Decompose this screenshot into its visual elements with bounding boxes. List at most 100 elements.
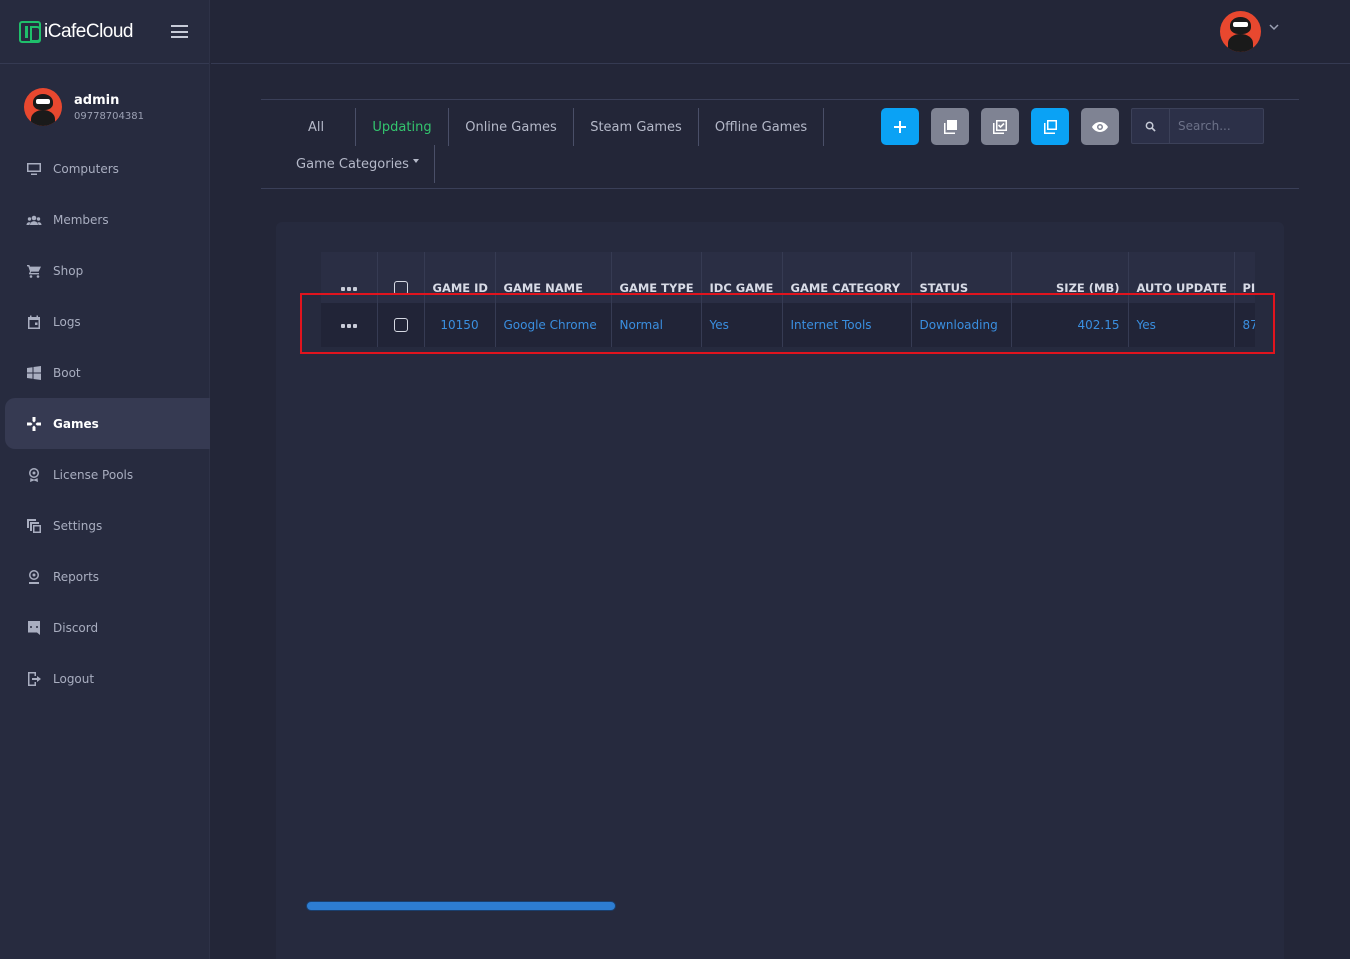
- tab-label: Offline Games: [714, 119, 808, 135]
- plus-icon: [894, 120, 906, 133]
- top-bar: [211, 0, 1350, 64]
- check-square-icon: [993, 119, 1007, 134]
- cell-game-category[interactable]: Internet Tools: [782, 303, 912, 347]
- tab-all[interactable]: All: [277, 108, 356, 146]
- cart-icon: [25, 263, 43, 279]
- logo-row: iCafeCloud: [0, 0, 209, 64]
- sidebar-item-label: Settings: [53, 518, 103, 533]
- sidebar-item-logs[interactable]: Logs: [0, 296, 210, 347]
- cell-game-name[interactable]: Google Chrome: [495, 303, 612, 347]
- tab-offline-games[interactable]: Offline Games: [699, 108, 824, 146]
- tab-label: Steam Games: [590, 119, 682, 135]
- cell-size[interactable]: 402.15: [1011, 303, 1129, 347]
- column-auto-update[interactable]: AUTO UPDATE: [1128, 252, 1235, 303]
- hamburger-menu-icon[interactable]: [171, 25, 188, 38]
- monitor-icon: [25, 161, 43, 177]
- column-game-category[interactable]: GAME CATEGORY: [782, 252, 912, 303]
- row-actions-header[interactable]: [321, 252, 378, 303]
- tab-label: Game Categories: [296, 156, 409, 172]
- more-options-icon: [340, 323, 357, 328]
- column-game-type[interactable]: GAME TYPE: [611, 252, 702, 303]
- sidebar-item-label: Reports: [53, 569, 100, 584]
- cell-partial[interactable]: 87: [1234, 303, 1255, 347]
- user-name: admin: [74, 92, 120, 108]
- cell-game-id[interactable]: 10150: [424, 303, 496, 347]
- sidebar-item-games[interactable]: Games: [5, 398, 210, 449]
- sidebar-item-reports[interactable]: Reports: [0, 551, 210, 602]
- settings-icon: [25, 518, 43, 534]
- row-checkbox-cell: [377, 303, 425, 347]
- sidebar-item-label: Computers: [53, 161, 119, 176]
- select-all-button[interactable]: [981, 108, 1019, 145]
- sidebar-nav: Computers Members Shop Logs Boot Games L…: [0, 143, 210, 704]
- add-game-button[interactable]: [881, 108, 919, 145]
- gamepad-icon: [25, 416, 43, 432]
- avatar: [1220, 11, 1261, 52]
- sidebar-item-discord[interactable]: Discord: [0, 602, 210, 653]
- duplicate-button[interactable]: [1031, 108, 1069, 145]
- view-button[interactable]: [1081, 108, 1119, 145]
- eye-icon: [1092, 121, 1108, 132]
- row-checkbox[interactable]: [393, 318, 408, 333]
- user-phone: 09778704381: [74, 110, 144, 122]
- report-icon: [25, 569, 43, 585]
- copy-icon: [944, 119, 957, 134]
- tab-steam-games[interactable]: Steam Games: [574, 108, 699, 146]
- logout-icon: [25, 671, 43, 687]
- user-profile[interactable]: admin 09778704381: [24, 88, 144, 126]
- sidebar-item-boot[interactable]: Boot: [0, 347, 210, 398]
- column-idc-game[interactable]: IDC GAME: [701, 252, 783, 303]
- sidebar-item-computers[interactable]: Computers: [0, 143, 210, 194]
- sidebar-item-label: License Pools: [53, 467, 134, 482]
- user-menu-avatar[interactable]: [1220, 11, 1261, 52]
- table-header-row: GAME ID GAME NAME GAME TYPE IDC GAME GAM…: [321, 252, 1255, 303]
- avatar: [24, 88, 62, 126]
- search-input[interactable]: [1170, 109, 1262, 143]
- sidebar-item-license-pools[interactable]: License Pools: [0, 449, 210, 500]
- cell-game-type[interactable]: Normal: [611, 303, 702, 347]
- sidebar-item-label: Boot: [53, 365, 81, 380]
- sidebar-item-settings[interactable]: Settings: [0, 500, 210, 551]
- logo-icon: [19, 20, 41, 43]
- sidebar-item-label: Games: [53, 416, 99, 431]
- more-options-icon: [340, 286, 357, 291]
- tab-label: Updating: [372, 119, 432, 135]
- chevron-down-icon[interactable]: [1269, 22, 1279, 32]
- copy-button[interactable]: [931, 108, 969, 145]
- column-status[interactable]: STATUS: [911, 252, 1012, 303]
- tab-updating[interactable]: Updating: [356, 108, 449, 146]
- logo-text: iCafeCloud: [44, 20, 134, 42]
- tab-game-categories[interactable]: Game Categories: [281, 145, 435, 183]
- column-size[interactable]: SIZE (MB): [1011, 252, 1129, 303]
- games-table: GAME ID GAME NAME GAME TYPE IDC GAME GAM…: [321, 252, 1255, 347]
- game-filter-bar: All Updating Online Games Steam Games Of…: [261, 99, 1299, 189]
- discord-icon: [25, 620, 43, 636]
- horizontal-scrollbar[interactable]: [306, 901, 616, 911]
- search-icon: [1132, 109, 1170, 143]
- sidebar-item-shop[interactable]: Shop: [0, 245, 210, 296]
- calendar-icon: [25, 314, 43, 330]
- windows-icon: [25, 365, 43, 381]
- cell-status[interactable]: Downloading: [911, 303, 1012, 347]
- badge-icon: [25, 467, 43, 483]
- column-partial[interactable]: PI: [1234, 252, 1255, 303]
- column-game-name[interactable]: GAME NAME: [495, 252, 612, 303]
- sidebar-item-label: Logs: [53, 314, 81, 329]
- column-game-id[interactable]: GAME ID: [424, 252, 496, 303]
- sidebar-item-logout[interactable]: Logout: [0, 653, 210, 704]
- cell-idc-game[interactable]: Yes: [701, 303, 783, 347]
- table-row[interactable]: 10150 Google Chrome Normal Yes Internet …: [321, 303, 1255, 347]
- select-all-checkbox[interactable]: [393, 281, 408, 295]
- cell-auto-update[interactable]: Yes: [1128, 303, 1235, 347]
- games-panel: GAME ID GAME NAME GAME TYPE IDC GAME GAM…: [276, 222, 1284, 959]
- sidebar-item-members[interactable]: Members: [0, 194, 210, 245]
- row-actions-cell[interactable]: [321, 303, 378, 347]
- tab-label: All: [307, 119, 325, 135]
- sidebar-item-label: Logout: [53, 671, 95, 686]
- sidebar: iCafeCloud admin 09778704381 Computers M…: [0, 0, 210, 959]
- tab-online-games[interactable]: Online Games: [449, 108, 574, 146]
- sidebar-item-label: Members: [53, 212, 109, 227]
- sidebar-item-label: Discord: [53, 620, 99, 635]
- sidebar-item-label: Shop: [53, 263, 84, 278]
- caret-down-icon: [412, 159, 419, 163]
